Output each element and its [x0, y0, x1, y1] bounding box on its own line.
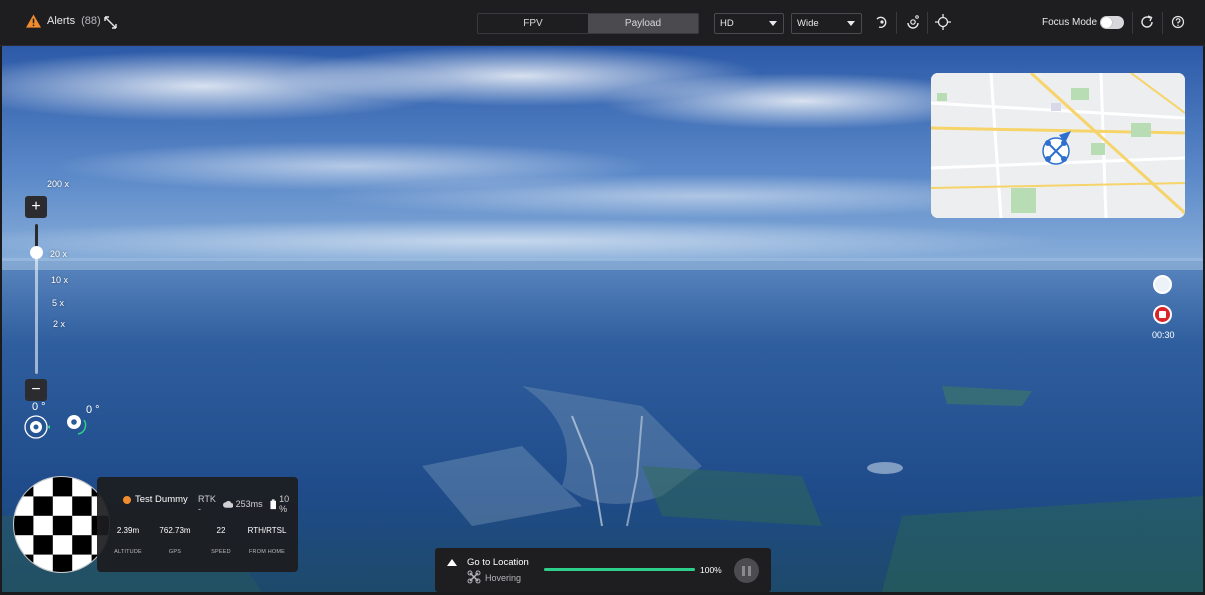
zoom-label-20: 20 x — [50, 249, 68, 259]
stop-icon — [1159, 311, 1166, 318]
gimbal-reset-icon[interactable] — [873, 14, 889, 30]
mission-status: Hovering — [485, 573, 522, 583]
pause-button[interactable] — [734, 558, 759, 583]
chevron-down-icon — [847, 21, 855, 26]
mission-progress-label: 100% — [700, 565, 722, 575]
home-value: RTH/RTSL — [247, 526, 287, 535]
checkerboard-pattern — [14, 477, 109, 572]
quality-select[interactable]: HD — [714, 13, 784, 34]
mission-status-bar: Go to Location Hovering 100% — [435, 548, 771, 592]
recording-time: 00:30 — [1152, 330, 1175, 340]
battery-value: 10 % — [279, 494, 290, 514]
mission-progress-bar — [544, 568, 695, 571]
gimbal-rotate-icon[interactable] — [905, 14, 921, 30]
zoom-label-5: 5 x — [52, 298, 65, 308]
home-label: FROM HOME — [248, 549, 286, 555]
latency-value: 253ms — [235, 499, 263, 509]
rtk-status: RTK - 253ms 10 % — [198, 494, 298, 514]
drone-name[interactable]: Test Dummy — [123, 494, 188, 505]
target-crosshair-icon[interactable] — [935, 14, 951, 30]
zoom-label-200: 200 x — [47, 179, 70, 189]
toolbar-divider — [896, 12, 897, 34]
status-dot-icon — [123, 495, 131, 504]
mission-title: Go to Location — [467, 557, 529, 568]
minimap[interactable] — [931, 73, 1185, 218]
battery-icon — [270, 498, 276, 509]
toolbar-divider — [1132, 12, 1133, 34]
zoom-label-2: 2 x — [53, 319, 66, 329]
zoom-out-button[interactable]: − — [25, 379, 47, 401]
pause-icon — [742, 565, 745, 576]
lens-select[interactable]: Wide — [791, 13, 862, 34]
attitude-indicator — [13, 476, 110, 573]
altitude-label: ALTITUDE — [114, 549, 142, 555]
lens-select-value: Wide — [797, 18, 819, 29]
telemetry-panel: Test Dummy RTK - 253ms 10 % 2.39m ALTITU… — [97, 477, 298, 572]
chevron-down-icon — [769, 21, 777, 26]
zoom-slider-handle[interactable] — [30, 246, 43, 259]
quality-select-value: HD — [720, 18, 734, 29]
rtk-label: RTK - — [198, 494, 216, 514]
tab-fpv[interactable]: FPV — [478, 14, 588, 33]
altitude-value: 2.39m — [116, 526, 140, 535]
zoom-in-button[interactable]: + — [25, 196, 47, 218]
toolbar-divider — [927, 12, 928, 34]
alerts-button[interactable]: Alerts (88) — [26, 14, 101, 28]
alerts-count: (88) — [81, 15, 101, 27]
top-bar: Alerts (88) FPV Payload HD Wide Focus Mo… — [0, 0, 1205, 46]
capture-photo-button[interactable] — [1153, 275, 1172, 294]
gps-value: 762.73m — [159, 526, 191, 535]
drone-name-label: Test Dummy — [135, 494, 188, 505]
focus-mode-toggle[interactable] — [1100, 16, 1124, 29]
tab-payload[interactable]: Payload — [588, 14, 698, 33]
speed-label: SPEED — [211, 549, 231, 555]
toolbar-divider — [1162, 12, 1163, 34]
map-image — [931, 73, 1185, 218]
speed-value: 22 — [216, 526, 226, 535]
camera-yaw-icon — [67, 415, 87, 435]
toggle-knob — [1101, 17, 1112, 28]
help-icon[interactable] — [1170, 14, 1186, 30]
collapse-up-icon[interactable] — [447, 559, 457, 566]
focus-mode-label: Focus Mode — [1042, 17, 1098, 28]
zoom-label-10: 10 x — [51, 275, 69, 285]
mission-progress-fill — [544, 568, 695, 571]
view-switcher: FPV Payload — [477, 13, 699, 34]
warning-triangle-icon — [26, 14, 41, 28]
refresh-icon[interactable] — [1139, 14, 1155, 30]
record-video-button[interactable] — [1153, 305, 1172, 324]
camera-pitch-icon — [24, 415, 50, 439]
cloud-icon — [222, 500, 233, 508]
alerts-label: Alerts — [47, 15, 76, 27]
expand-icon[interactable] — [104, 16, 117, 29]
drone-icon — [467, 570, 481, 584]
gimbal-pitch-value: 0 ° — [32, 401, 46, 413]
gps-label: GPS — [168, 549, 182, 555]
pause-icon — [748, 565, 751, 576]
